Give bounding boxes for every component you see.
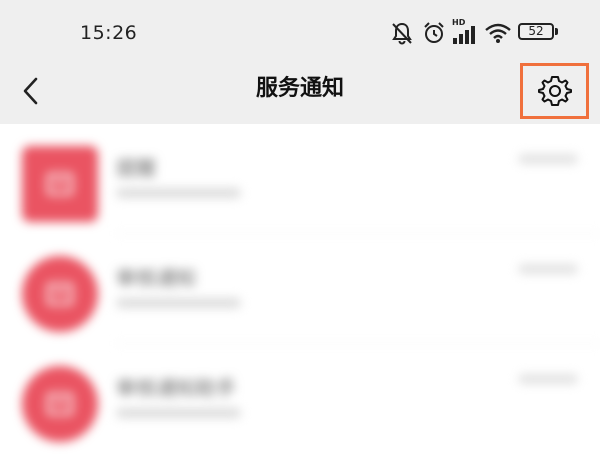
status-bar: 15:26 HD 52	[0, 0, 600, 66]
service-icon	[47, 283, 73, 305]
signal-icon	[453, 26, 475, 44]
item-time	[518, 154, 578, 164]
battery-tip	[555, 28, 558, 35]
list-item[interactable]: 审核通知	[0, 234, 600, 344]
list-item[interactable]: 提醒	[0, 124, 600, 234]
service-icon	[47, 393, 73, 415]
gear-icon	[537, 76, 572, 106]
item-title: 提醒	[116, 156, 156, 180]
page-title: 服务通知	[255, 76, 344, 101]
item-title: 审核通知助手	[116, 376, 236, 400]
battery-icon: 52	[518, 23, 554, 40]
avatar	[22, 256, 98, 332]
avatar	[22, 366, 98, 442]
item-time	[518, 374, 578, 384]
item-subtitle	[116, 298, 241, 308]
list-item[interactable]: 审核通知助手	[0, 344, 600, 454]
status-icons: HD 52	[0, 18, 600, 48]
notification-list: 提醒 审核通知 审核通知助手	[0, 124, 600, 450]
item-subtitle	[116, 408, 241, 418]
item-subtitle	[116, 188, 241, 198]
nav-bar: 服务通知	[0, 63, 600, 124]
back-button[interactable]	[14, 70, 48, 112]
chevron-left-icon	[23, 77, 38, 105]
alarm-icon	[424, 22, 444, 43]
avatar	[22, 146, 98, 222]
wifi-icon	[485, 23, 511, 43]
settings-button[interactable]	[520, 63, 589, 119]
mute-bell-icon	[392, 22, 412, 45]
item-title: 审核通知	[116, 266, 196, 290]
item-time	[518, 264, 578, 274]
service-icon	[47, 173, 73, 195]
battery-level: 52	[528, 24, 544, 38]
